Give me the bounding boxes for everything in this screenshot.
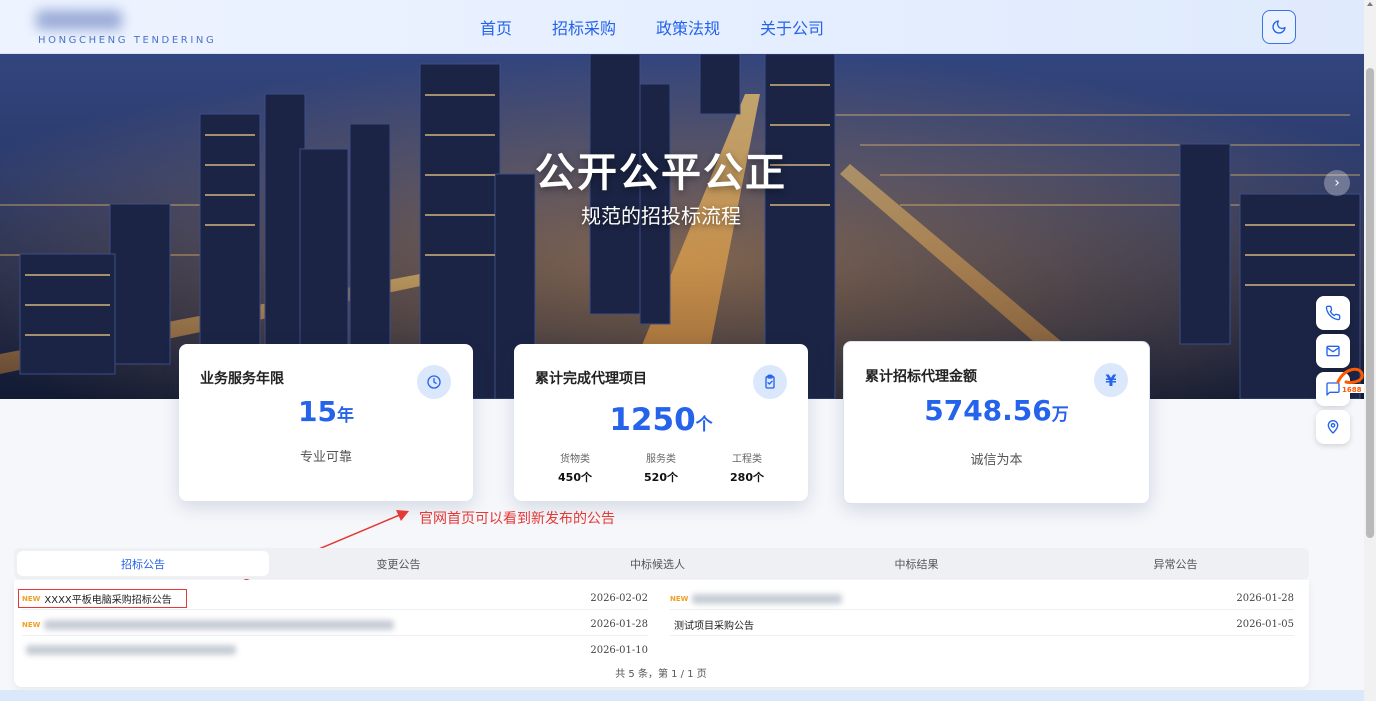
nav-policy[interactable]: 政策法规 <box>656 15 720 39</box>
top-header: HONGCHENG TENDERING 首页 招标采购 政策法规 关于公司 <box>0 0 1364 54</box>
tab-winning-results[interactable]: 中标结果 <box>787 548 1046 579</box>
announcement-date: 2026-02-02 <box>590 593 648 604</box>
announcement-date: 2026-01-10 <box>590 644 648 656</box>
list-item[interactable]: 测试项目采购公告 2026-01-05 <box>670 614 1294 636</box>
announcement-title[interactable]: 测试项目采购公告 <box>674 617 754 632</box>
tab-change-notice[interactable]: 变更公告 <box>269 548 528 579</box>
list-item[interactable]: 2026-01-10 <box>22 639 648 661</box>
announcement-title-redacted[interactable] <box>26 645 236 655</box>
annotation-text: 官网首页可以看到新发布的公告 <box>419 511 615 527</box>
theme-toggle-button[interactable] <box>1262 10 1296 44</box>
announcement-title-redacted[interactable] <box>44 619 395 630</box>
nav-about[interactable]: 关于公司 <box>760 15 824 39</box>
main-nav: 首页 招标采购 政策法规 关于公司 <box>480 15 864 39</box>
announcement-title-redacted[interactable] <box>692 593 843 604</box>
nav-bidding[interactable]: 招标采购 <box>552 15 616 39</box>
announcement-date: 2026-01-28 <box>1236 593 1294 604</box>
list-item[interactable]: NEW 2026-01-28 <box>670 588 1294 610</box>
logo-subtitle: HONGCHENG TENDERING <box>38 35 217 46</box>
nav-home[interactable]: 首页 <box>480 15 512 39</box>
company-logo[interactable] <box>36 10 122 30</box>
list-item[interactable]: NEW 2026-01-28 <box>22 614 648 636</box>
new-badge: NEW <box>22 620 41 629</box>
tab-bidding-notice[interactable]: 招标公告 <box>17 551 269 576</box>
tab-abnormal-notice[interactable]: 异常公告 <box>1046 548 1305 579</box>
announcement-date: 2026-01-28 <box>590 619 648 630</box>
moon-icon <box>1272 20 1286 34</box>
tab-winning-candidates[interactable]: 中标候选人 <box>528 548 787 579</box>
announcement-tabs: 招标公告 变更公告 中标候选人 中标结果 异常公告 <box>14 548 1309 579</box>
footer-edge <box>0 690 1364 701</box>
new-badge: NEW <box>670 594 689 603</box>
announcement-date: 2026-01-05 <box>1236 619 1294 630</box>
pagination-info: 共 5 条，第 1 / 1 页 <box>615 669 707 680</box>
annotation-highlight-box <box>18 589 187 608</box>
